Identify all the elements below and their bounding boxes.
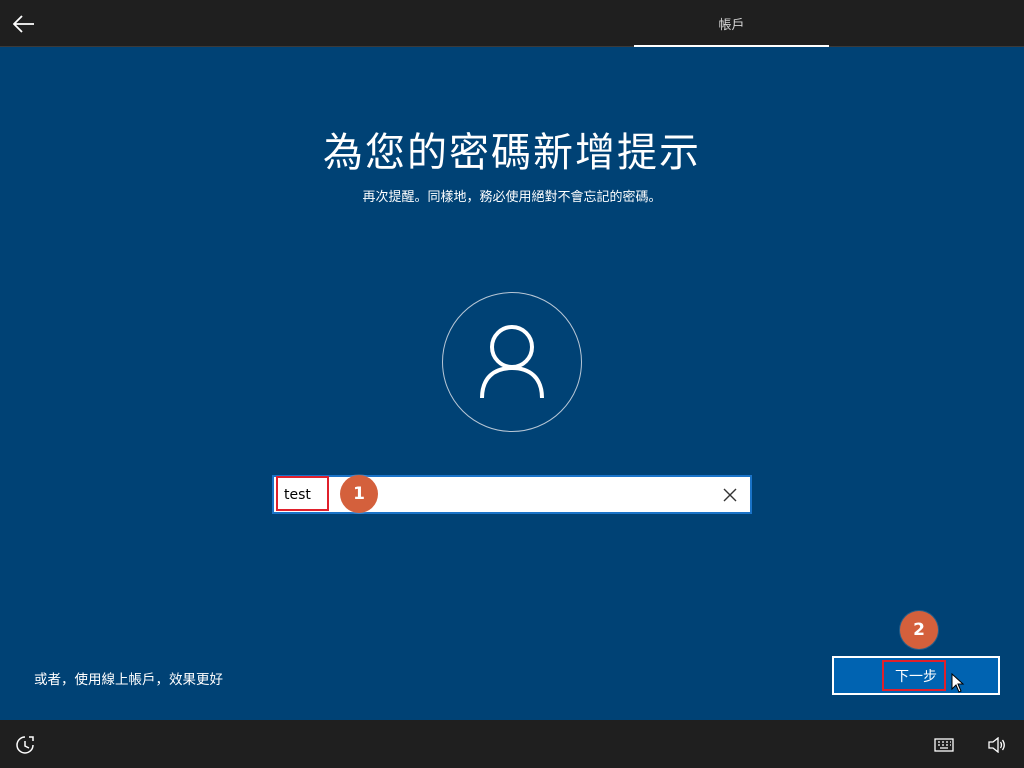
mouse-cursor-icon	[951, 673, 965, 693]
step-badge-2: 2	[900, 611, 938, 649]
back-arrow-icon	[13, 15, 34, 33]
tab-account-label: 帳戶	[718, 18, 745, 33]
next-button[interactable]: 下一步	[832, 656, 1000, 695]
clear-button[interactable]	[710, 477, 750, 512]
volume-button[interactable]	[986, 734, 1008, 756]
page-subtitle: 再次提醒。同樣地，務必使用絕對不會忘記的密碼。	[362, 190, 662, 205]
user-icon	[480, 325, 544, 399]
ease-of-access-icon	[16, 736, 34, 754]
top-bar: 帳戶	[0, 0, 1024, 47]
bottom-bar	[0, 720, 1024, 768]
avatar	[442, 292, 582, 432]
online-account-link[interactable]: 或者，使用線上帳戶，效果更好	[34, 668, 223, 688]
ease-of-access-button[interactable]	[14, 734, 36, 756]
volume-icon	[988, 737, 1005, 753]
close-icon	[723, 488, 737, 501]
tab-account: 帳戶	[634, 0, 829, 47]
next-button-label: 下一步	[895, 668, 937, 685]
keyboard-button[interactable]	[932, 734, 956, 756]
page-title: 為您的密碼新增提示	[323, 130, 701, 176]
step-badge-1: 1	[340, 475, 378, 513]
keyboard-icon	[934, 738, 954, 752]
back-button[interactable]	[10, 10, 38, 38]
